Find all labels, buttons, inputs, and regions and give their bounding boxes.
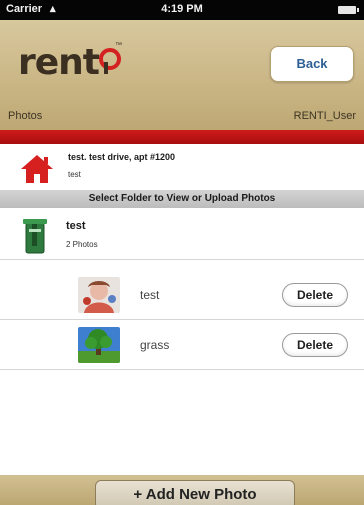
bottom-toolbar: + Add New Photo: [0, 475, 364, 505]
user-name: RENTI_User: [293, 110, 356, 122]
property-row[interactable]: test. test drive, apt #1200 test: [0, 144, 364, 190]
section-title: Photos: [8, 110, 43, 122]
photo-thumbnail: [78, 277, 120, 313]
photo-row[interactable]: test Delete: [0, 270, 364, 320]
back-button[interactable]: Back: [270, 46, 354, 82]
photo-thumbnail: [78, 327, 120, 363]
photo-name: grass: [140, 338, 170, 352]
logo-mark-icon: [99, 48, 122, 74]
add-new-photo-button[interactable]: + Add New Photo: [95, 480, 295, 505]
delete-photo-button[interactable]: Delete: [282, 283, 348, 307]
status-bar: Carrier ▴ 4:19 PM: [0, 0, 364, 20]
logo-wordmark: rent: [18, 42, 100, 83]
property-address: test. test drive, apt #1200: [68, 152, 176, 162]
house-icon: [21, 155, 53, 183]
property-subtitle: test: [68, 170, 81, 179]
folder-photo-count: 2 Photos: [66, 240, 98, 249]
app-header: rent ™ Back Photos RENTI_User: [0, 20, 364, 130]
folder-banner: Select Folder to View or Upload Photos: [0, 190, 364, 208]
status-time: 4:19 PM: [161, 3, 203, 15]
rent-logo: rent ™: [18, 42, 122, 90]
brand-divider: [0, 130, 364, 144]
battery-icon: [338, 6, 359, 14]
folder-icon: [23, 219, 47, 254]
folder-name: test: [66, 220, 86, 232]
logo-trademark: ™: [115, 42, 123, 49]
photo-name: test: [140, 288, 160, 302]
folder-row[interactable]: test 2 Photos: [0, 208, 364, 260]
delete-photo-button[interactable]: Delete: [282, 333, 348, 357]
photo-row[interactable]: grass Delete: [0, 320, 364, 370]
